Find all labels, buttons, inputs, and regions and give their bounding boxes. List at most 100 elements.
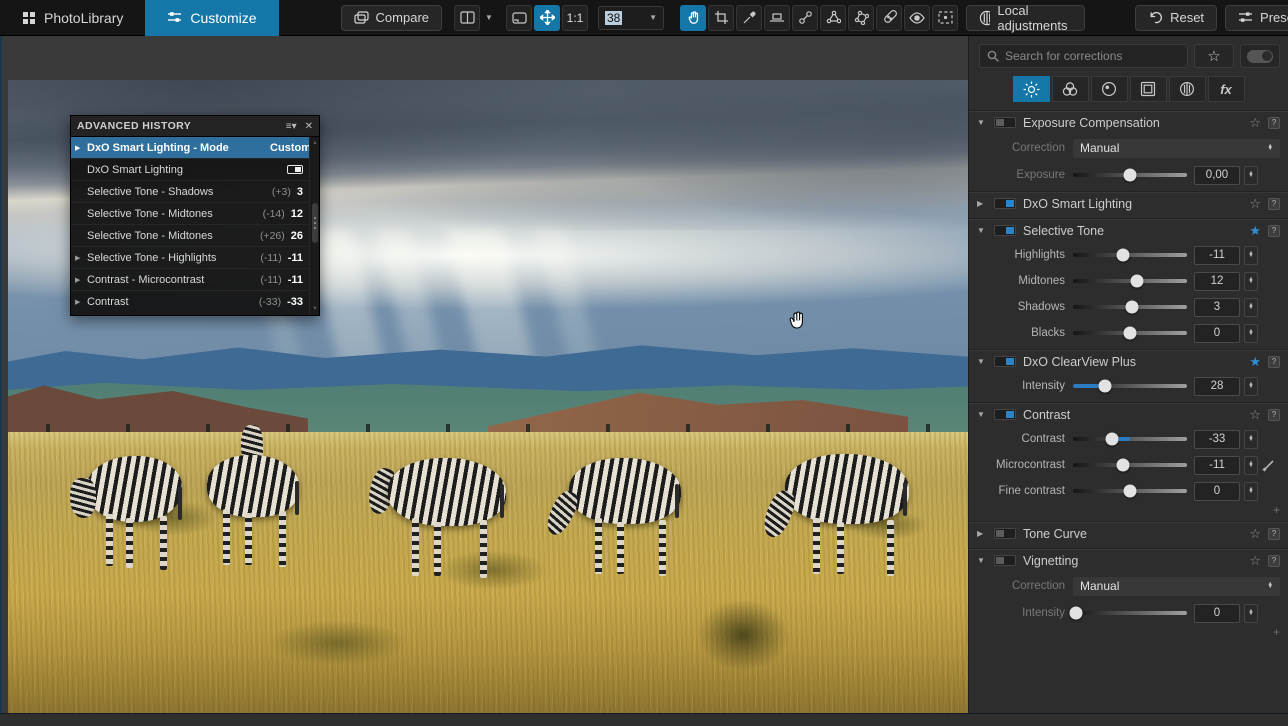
history-row[interactable]: ▶DxO Smart Lighting - ModeCustom <box>71 137 319 159</box>
zoom-level-value[interactable]: 38 <box>605 11 622 25</box>
local-adjustments-button[interactable]: Local adjustments <box>966 5 1085 31</box>
palette-geometry[interactable] <box>1130 76 1167 102</box>
clearview-intensity-slider[interactable] <box>1073 384 1187 388</box>
history-scroll-thumb[interactable] <box>312 203 318 243</box>
exposure-slider[interactable] <box>1073 173 1187 177</box>
history-row[interactable]: DxO Smart Lighting <box>71 159 319 181</box>
history-row[interactable]: Selective Tone - Shadows(+3)3 <box>71 181 319 203</box>
stepper[interactable]: ▲▼ <box>1244 166 1258 185</box>
history-menu-icon[interactable]: ≡▾ <box>286 121 297 132</box>
blacks-slider[interactable] <box>1073 331 1187 335</box>
section-header[interactable]: ▼ Exposure Compensation ☆ ? <box>969 111 1288 134</box>
disclosure-icon[interactable]: ▼ <box>977 556 987 565</box>
favorite-star-icon[interactable]: ★ <box>1249 355 1261 368</box>
color-picker-tool[interactable] <box>736 5 762 31</box>
disclosure-icon[interactable]: ▶ <box>977 529 987 538</box>
microcontrast-slider[interactable] <box>1073 463 1187 467</box>
split-view-button[interactable] <box>454 5 480 31</box>
hand-tool[interactable] <box>680 5 706 31</box>
fit-screen-button[interactable] <box>506 5 532 31</box>
disclosure-icon[interactable]: ▼ <box>977 118 987 127</box>
section-header[interactable]: ▼ Contrast ☆ ? <box>969 403 1288 426</box>
stepper[interactable]: ▲▼ <box>1244 246 1258 265</box>
correction-mode-dropdown[interactable]: Manual ▲▼ <box>1073 139 1280 158</box>
slider-handle[interactable] <box>1124 169 1137 182</box>
shadows-slider[interactable] <box>1073 305 1187 309</box>
compare-button[interactable]: Compare <box>341 5 442 31</box>
palette-fx[interactable]: fx <box>1208 76 1245 102</box>
history-header[interactable]: ADVANCED HISTORY ≡▾ ✕ <box>71 116 319 137</box>
history-row[interactable]: Selective Tone - Midtones(-14)12 <box>71 203 319 225</box>
help-icon[interactable]: ? <box>1268 225 1280 237</box>
disclosure-icon[interactable]: ▼ <box>977 226 987 235</box>
favorite-star-icon[interactable]: ☆ <box>1249 197 1261 210</box>
midtones-slider[interactable] <box>1073 279 1187 283</box>
enable-toggle[interactable] <box>994 198 1016 209</box>
history-row[interactable]: ▶Contrast - Microcontrast(-11)-11 <box>71 269 319 291</box>
repair-tool[interactable] <box>876 5 902 31</box>
history-row[interactable]: ▶Contrast(-33)-33 <box>71 291 319 313</box>
stepper[interactable]: ▲▼ <box>1244 430 1258 449</box>
disclosure-icon[interactable]: ▶ <box>977 199 987 208</box>
disclosure-icon[interactable]: ▼ <box>977 357 987 366</box>
tab-customize[interactable]: Customize <box>145 0 278 36</box>
stepper[interactable]: ▲▼ <box>1244 324 1258 343</box>
help-icon[interactable]: ? <box>1268 198 1280 210</box>
stepper[interactable]: ▲▼ <box>1244 272 1258 291</box>
add-sub-correction-button[interactable]: + <box>969 626 1288 640</box>
presets-button[interactable]: Presets <box>1225 5 1288 31</box>
enable-toggle[interactable] <box>994 225 1016 236</box>
enable-toggle[interactable] <box>994 528 1016 539</box>
palette-light[interactable] <box>1013 76 1050 102</box>
section-header[interactable]: ▼ Vignetting ☆ ? <box>969 549 1288 572</box>
favorite-star-icon[interactable]: ☆ <box>1249 116 1261 129</box>
enable-toggle[interactable] <box>994 409 1016 420</box>
zoom-dropdown-icon[interactable]: ▼ <box>649 13 657 22</box>
section-header[interactable]: ▶ Tone Curve ☆ ? <box>969 522 1288 545</box>
favorite-star-icon[interactable]: ☆ <box>1249 408 1261 421</box>
reset-button[interactable]: Reset <box>1135 5 1217 31</box>
control-line-tool[interactable] <box>820 5 846 31</box>
vignetting-mode-dropdown[interactable]: Manual ▲▼ <box>1073 577 1280 596</box>
zoom-level-combo[interactable]: 38 ▼ <box>598 6 664 30</box>
history-row[interactable]: ▶Selective Tone - Highlights(-11)-11 <box>71 247 319 269</box>
favorites-filter-button[interactable]: ☆ <box>1194 44 1234 68</box>
enable-toggle[interactable] <box>994 356 1016 367</box>
favorite-star-icon[interactable]: ☆ <box>1249 527 1261 540</box>
stepper[interactable]: ▲▼ <box>1244 604 1258 623</box>
stepper[interactable]: ▲▼ <box>1244 456 1258 475</box>
crop-tool[interactable] <box>708 5 734 31</box>
stepper[interactable]: ▲▼ <box>1244 482 1258 501</box>
image-canvas[interactable]: ADVANCED HISTORY ≡▾ ✕ ▶DxO Smart Lightin… <box>0 36 968 713</box>
control-point-tool[interactable] <box>792 5 818 31</box>
history-row[interactable]: Selective Tone - Midtones(+26)26 <box>71 225 319 247</box>
enable-toggle[interactable] <box>994 555 1016 566</box>
mask-tool[interactable] <box>932 5 958 31</box>
favorite-star-icon[interactable]: ☆ <box>1249 554 1261 567</box>
stepper[interactable]: ▲▼ <box>1244 298 1258 317</box>
magic-wand-icon[interactable] <box>1262 459 1275 472</box>
history-scrollbar[interactable]: ▲ ▼ <box>309 137 319 315</box>
help-icon[interactable]: ? <box>1268 528 1280 540</box>
horizon-tool[interactable] <box>764 5 790 31</box>
highlights-slider[interactable] <box>1073 253 1187 257</box>
palette-detail[interactable] <box>1091 76 1128 102</box>
disclosure-icon[interactable]: ▼ <box>977 410 987 419</box>
control-polygon-tool[interactable] <box>848 5 874 31</box>
help-icon[interactable]: ? <box>1268 356 1280 368</box>
active-corrections-toggle-button[interactable] <box>1240 44 1280 68</box>
contrast-slider[interactable] <box>1073 437 1187 441</box>
vignetting-intensity-slider[interactable] <box>1073 611 1187 615</box>
help-icon[interactable]: ? <box>1268 409 1280 421</box>
red-eye-tool[interactable] <box>904 5 930 31</box>
help-icon[interactable]: ? <box>1268 117 1280 129</box>
stepper[interactable]: ▲▼ <box>1244 377 1258 396</box>
palette-local-adjustments[interactable] <box>1169 76 1206 102</box>
split-view-dropdown[interactable]: ▼ <box>482 5 496 31</box>
fine-contrast-slider[interactable] <box>1073 489 1187 493</box>
add-sub-correction-button[interactable]: + <box>969 504 1288 518</box>
favorite-star-icon[interactable]: ★ <box>1249 224 1261 237</box>
exposure-value[interactable]: 0,00 <box>1194 166 1240 185</box>
palette-color[interactable] <box>1052 76 1089 102</box>
section-header[interactable]: ▼ DxO ClearView Plus ★ ? <box>969 350 1288 373</box>
